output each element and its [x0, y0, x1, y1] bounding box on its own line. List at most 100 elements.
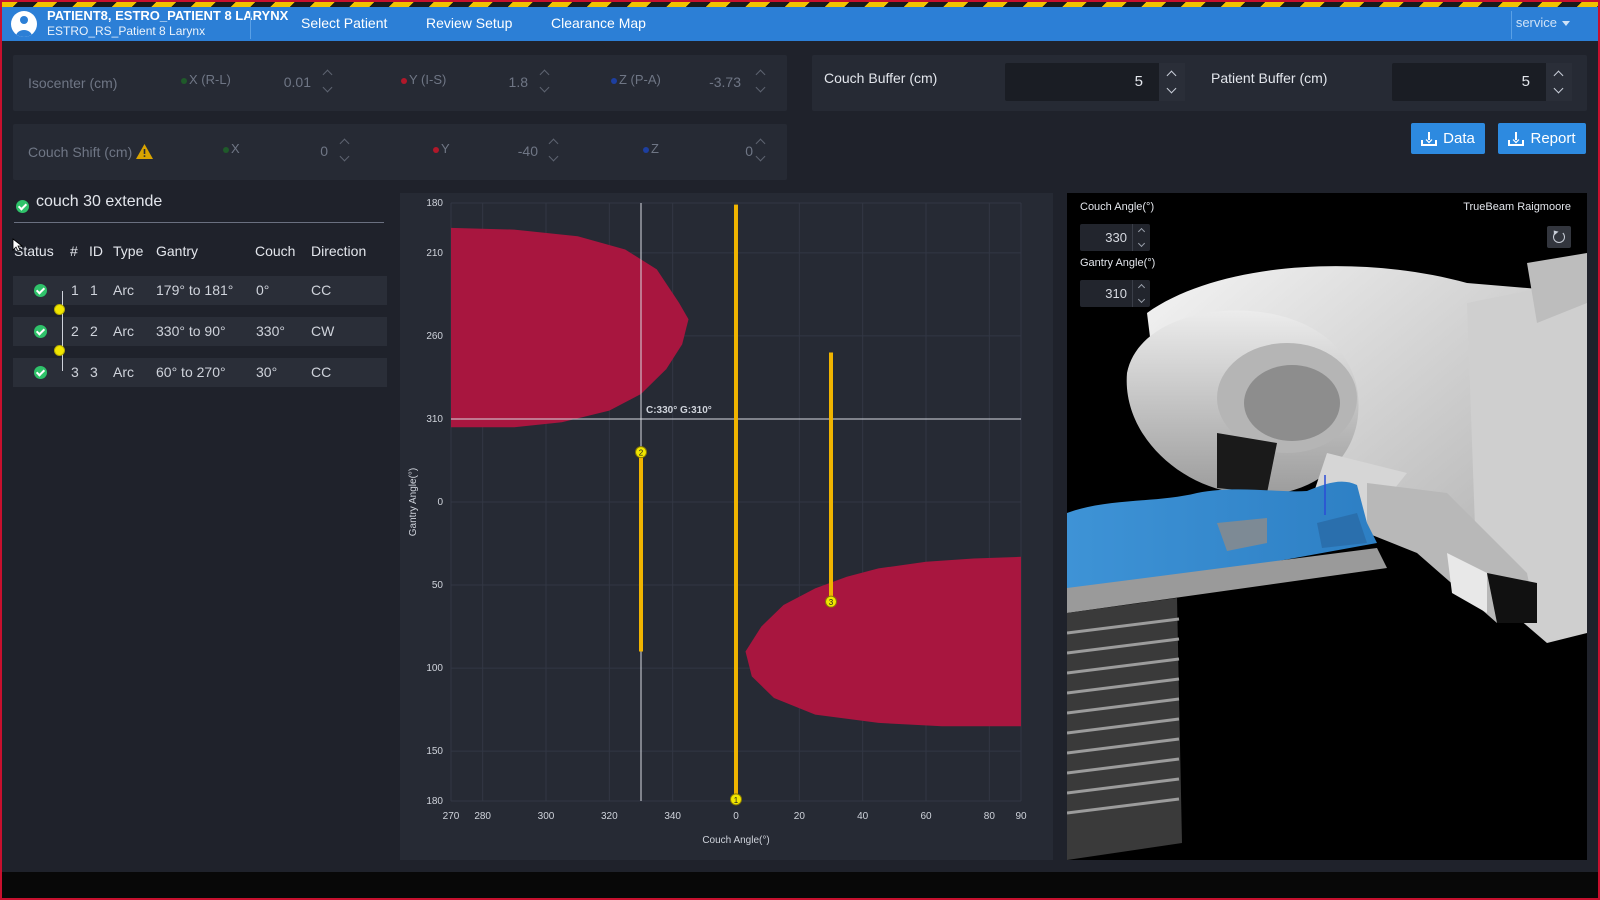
- shift-y-value[interactable]: -40: [478, 143, 538, 159]
- x-axis-label: Couch Angle(°): [702, 835, 769, 846]
- hazard-stripe: [0, 0, 1600, 7]
- header-divider-right: [1511, 11, 1512, 39]
- shift-x-stepper[interactable]: [340, 138, 350, 162]
- y-tick-label: 210: [426, 248, 443, 259]
- active-nav-caret: [590, 41, 606, 48]
- beam-ok-check-icon: [34, 284, 47, 297]
- col-number[interactable]: #: [70, 243, 78, 259]
- row-type: Arc: [113, 364, 134, 380]
- table-row[interactable]: 2 2 Arc 330° to 90° 330° CW: [13, 317, 387, 346]
- col-id[interactable]: ID: [89, 243, 103, 259]
- beam-arc-marker-label: 3: [829, 598, 834, 607]
- collision-region: [451, 227, 689, 428]
- col-direction[interactable]: Direction: [311, 243, 366, 259]
- viewport-gantry-input[interactable]: 310: [1080, 280, 1150, 307]
- shift-z-stepper[interactable]: [756, 138, 766, 162]
- viewport-couch-stepper[interactable]: [1132, 224, 1150, 251]
- row-id: 3: [90, 364, 98, 380]
- y-tick-label: 260: [426, 331, 443, 342]
- shift-x-value[interactable]: 0: [268, 143, 328, 159]
- nav-select-patient[interactable]: Select Patient: [301, 15, 387, 31]
- y-axis-label: Gantry Angle(°): [408, 468, 419, 536]
- user-menu-dropdown[interactable]: service: [1516, 15, 1570, 30]
- data-download-button[interactable]: Data: [1411, 123, 1485, 154]
- x-tick-label: 20: [794, 811, 806, 822]
- x-tick-label: 280: [474, 811, 491, 822]
- iso-z-value[interactable]: -3.73: [681, 74, 741, 90]
- y-axis-dot-icon: [401, 77, 407, 84]
- bottom-bar: [0, 872, 1600, 900]
- machine-name: TrueBeam Raigmoore: [1463, 201, 1571, 213]
- viewport-couch-input[interactable]: 330: [1080, 224, 1150, 251]
- x-tick-label: 90: [1015, 811, 1027, 822]
- iso-x-stepper[interactable]: [323, 69, 333, 93]
- download-icon: [1508, 131, 1525, 146]
- y-tick-label: 180: [426, 198, 443, 209]
- iso-y-value[interactable]: 1.8: [468, 74, 528, 90]
- y-tick-label: 180: [426, 796, 443, 807]
- download-icon: [1421, 131, 1438, 146]
- viewport-couch-label: Couch Angle(°): [1080, 201, 1155, 213]
- patient-buffer-stepper[interactable]: [1546, 63, 1572, 101]
- patient-buffer-input[interactable]: 5: [1392, 63, 1572, 101]
- nav-review-setup[interactable]: Review Setup: [426, 15, 512, 31]
- x-tick-label: 0: [733, 811, 739, 822]
- shift-z-label: Z: [643, 141, 659, 156]
- col-couch[interactable]: Couch: [255, 243, 295, 259]
- beam-link-handle[interactable]: [54, 345, 65, 356]
- y-tick-label: 100: [426, 663, 443, 674]
- x-tick-label: 270: [443, 811, 460, 822]
- report-download-button[interactable]: Report: [1498, 123, 1586, 154]
- isocenter-label: Isocenter (cm): [28, 75, 118, 91]
- table-row[interactable]: 1 1 Arc 179° to 181° 0° CC: [13, 276, 387, 305]
- clearance-map-svg[interactable]: 270 280 300 320 340 0 20 40 60 80 9018021026031005…: [400, 193, 1053, 860]
- x-tick-label: 320: [601, 811, 618, 822]
- clearance-map-chart[interactable]: 270 280 300 320 340 0 20 40 60 80 90 180 210 260 310 0 5…: [400, 193, 1053, 860]
- couch-buffer-input[interactable]: 5: [1005, 63, 1185, 101]
- patient-name: PATIENT8, ESTRO_PATIENT 8 LARYNX: [47, 8, 289, 23]
- z-axis-dot-icon: [611, 77, 617, 84]
- buffers-panel: Couch Buffer (cm) 5 Patient Buffer (cm) …: [812, 55, 1587, 111]
- cursor-label: C:330° G:310°: [646, 405, 712, 416]
- iso-y-stepper[interactable]: [540, 69, 550, 93]
- row-direction: CW: [311, 323, 335, 339]
- y-tick-label: 310: [426, 414, 443, 425]
- beam-link-handle[interactable]: [54, 304, 65, 315]
- x-tick-label: 80: [984, 811, 996, 822]
- couch-buffer-label: Couch Buffer (cm): [824, 70, 938, 86]
- shift-z-value[interactable]: 0: [693, 143, 753, 159]
- shift-y-stepper[interactable]: [549, 138, 559, 162]
- table-row[interactable]: 3 3 Arc 60° to 270° 30° CC: [13, 358, 387, 387]
- shift-y-label: Y: [433, 141, 450, 156]
- 3d-machine-viewport[interactable]: Couch Angle(°) 330 Gantry Angle(°) 310 T…: [1067, 193, 1587, 860]
- x-tick-label: 40: [857, 811, 869, 822]
- row-couch: 0°: [256, 282, 270, 298]
- row-id: 1: [90, 282, 98, 298]
- plan-name: ESTRO_RS_Patient 8 Larynx: [47, 24, 206, 38]
- z-axis-dot-icon: [643, 146, 649, 153]
- col-type[interactable]: Type: [113, 243, 143, 259]
- row-number: 2: [71, 323, 79, 339]
- iso-y-label: Y (I-S): [401, 72, 446, 87]
- x-axis-dot-icon: [223, 146, 229, 153]
- col-gantry[interactable]: Gantry: [156, 243, 198, 259]
- row-id: 2: [90, 323, 98, 339]
- user-avatar-icon[interactable]: [11, 11, 37, 37]
- shift-x-label: X: [223, 141, 240, 156]
- warning-icon: [136, 144, 154, 159]
- couch-buffer-value: 5: [1134, 73, 1143, 90]
- couch-shift-panel: Couch Shift (cm) X 0 Y -40 Z 0: [13, 124, 787, 180]
- iso-x-value[interactable]: 0.01: [251, 74, 311, 90]
- reset-view-icon[interactable]: [1547, 226, 1571, 248]
- viewport-gantry-label: Gantry Angle(°): [1080, 257, 1156, 269]
- iso-x-label: X (R-L): [181, 72, 231, 87]
- iso-z-stepper[interactable]: [756, 69, 766, 93]
- row-couch: 330°: [256, 323, 285, 339]
- row-type: Arc: [113, 323, 134, 339]
- viewport-gantry-stepper[interactable]: [1132, 280, 1150, 307]
- plan-title: couch 30 extende: [36, 193, 163, 210]
- beam-arc-marker-label: 2: [639, 449, 644, 458]
- couch-buffer-stepper[interactable]: [1159, 63, 1185, 101]
- row-gantry: 330° to 90°: [156, 323, 226, 339]
- nav-clearance-map[interactable]: Clearance Map: [551, 15, 646, 31]
